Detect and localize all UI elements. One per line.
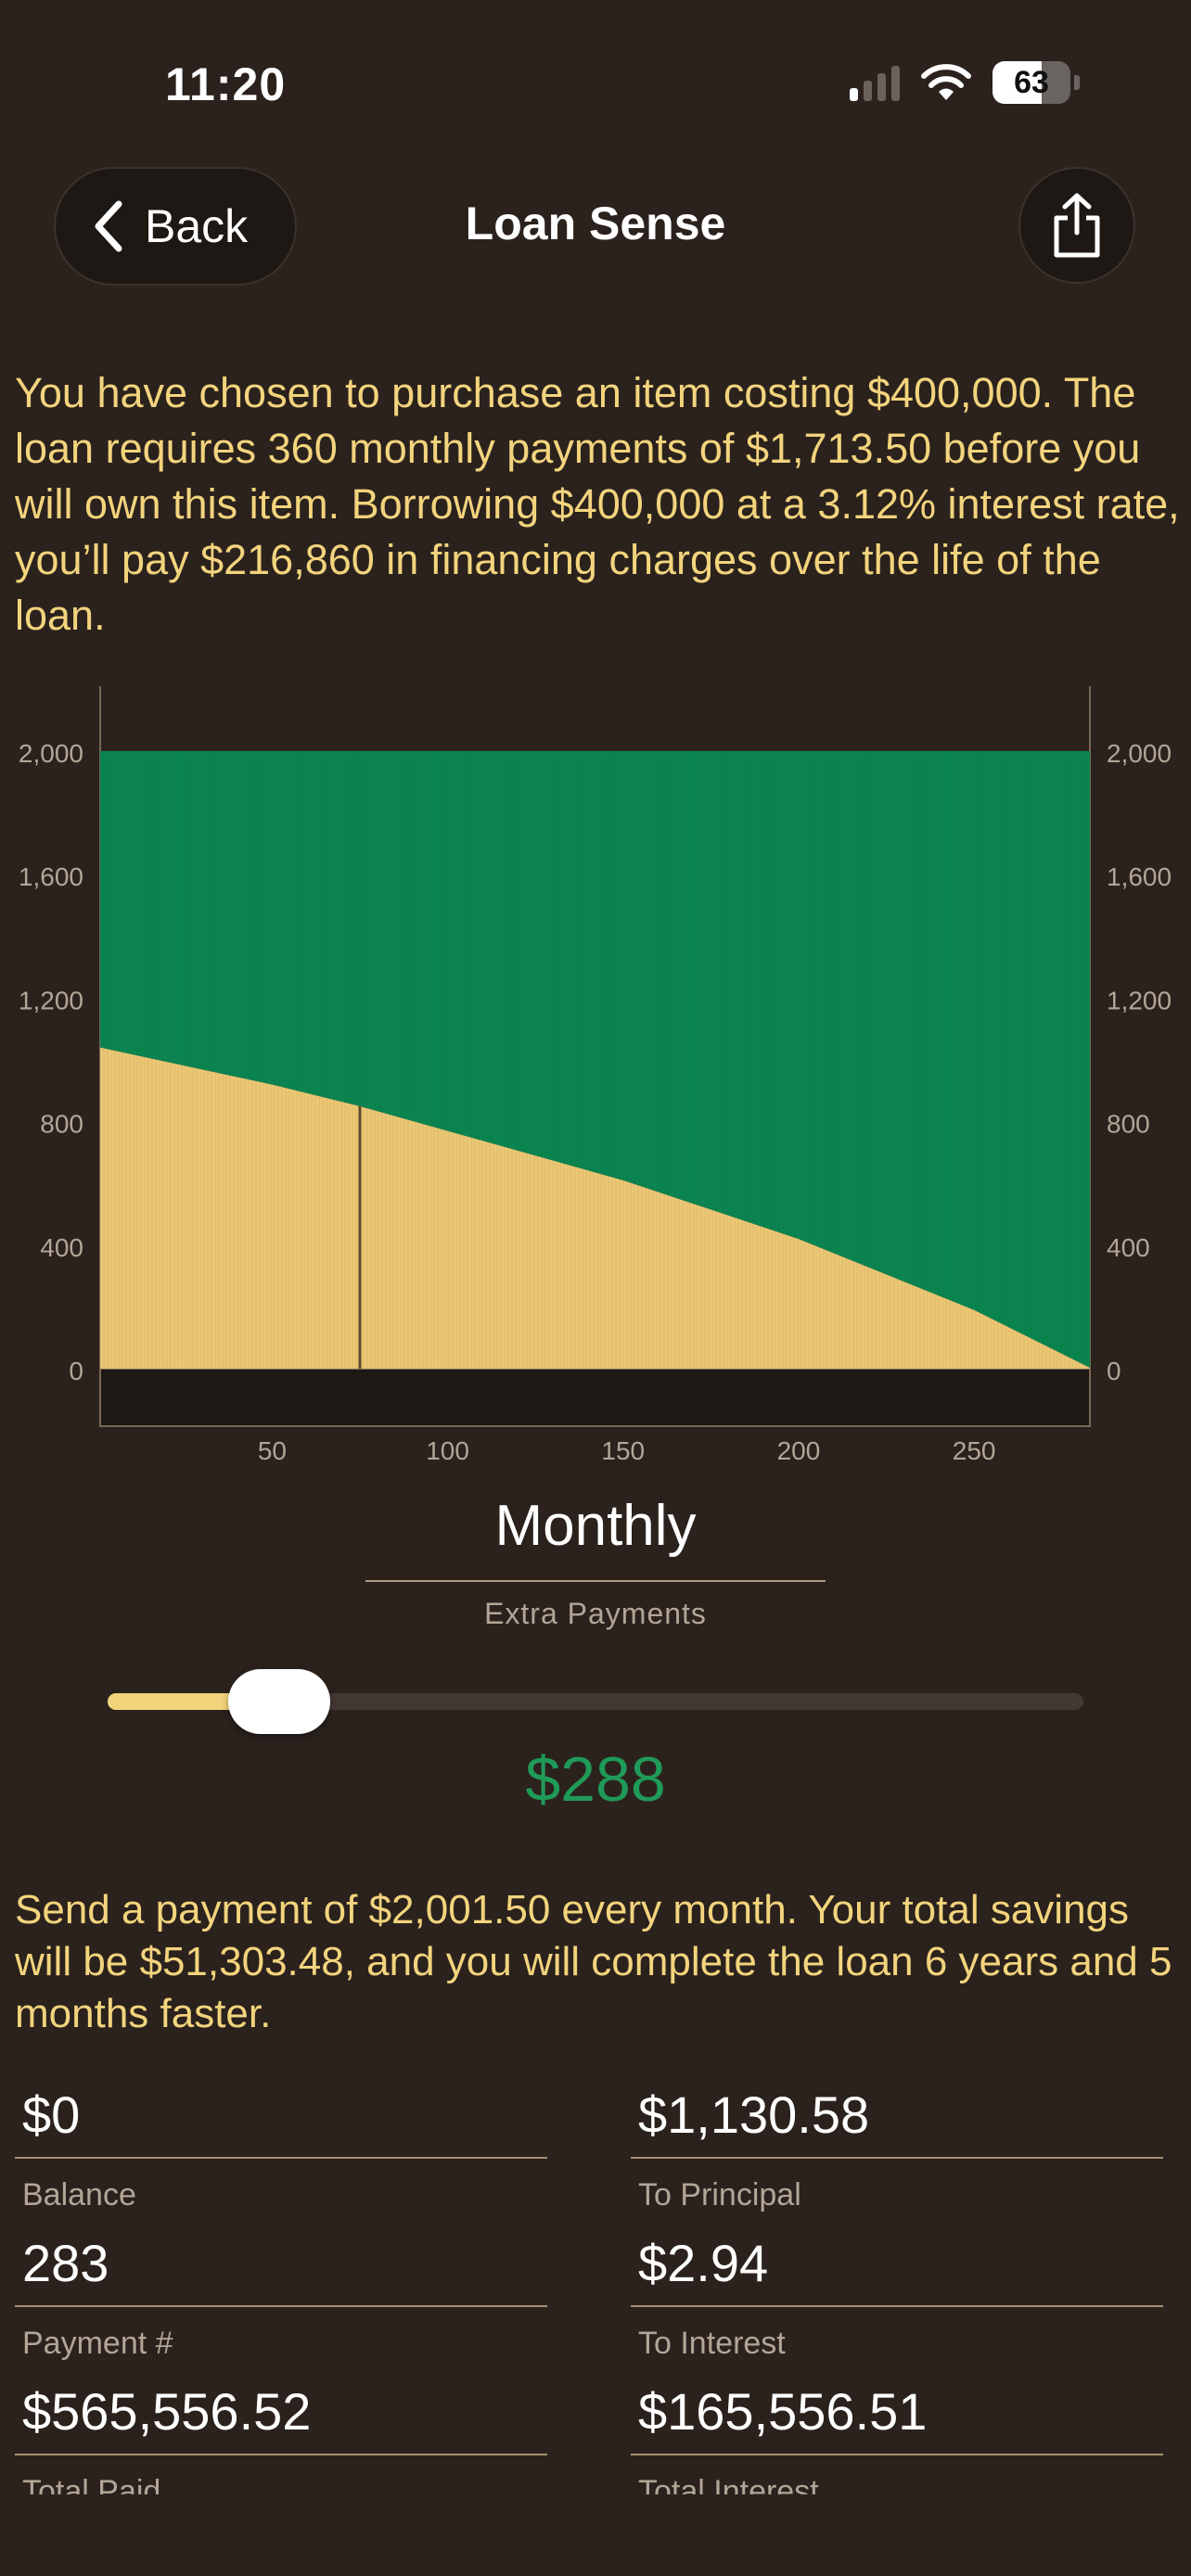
stat-value: 283 <box>22 2234 109 2292</box>
stat-label: Total Interest <box>638 2474 819 2494</box>
stat-payment-number: 283 Payment # <box>15 2231 547 2362</box>
stat-value: $565,556.52 <box>22 2382 312 2441</box>
stat-label: To Principal <box>638 2177 801 2213</box>
stat-value: $0 <box>22 2085 81 2144</box>
stat-label: Payment # <box>22 2326 173 2361</box>
stat-label: Balance <box>22 2177 136 2213</box>
stat-total-paid: $565,556.52 Total Paid <box>15 2379 547 2494</box>
stat-label: Total Paid <box>22 2474 161 2494</box>
stat-to-interest: $2.94 To Interest <box>631 2231 1163 2362</box>
stat-value: $2.94 <box>638 2234 769 2292</box>
stat-value: $1,130.58 <box>638 2085 870 2144</box>
stat-value: $165,556.51 <box>638 2382 928 2441</box>
stat-to-principal: $1,130.58 To Principal <box>631 2083 1163 2213</box>
stat-total-interest: $165,556.51 Total Interest <box>631 2379 1163 2494</box>
stat-balance: $0 Balance <box>15 2083 547 2213</box>
stat-label: To Interest <box>638 2326 786 2361</box>
